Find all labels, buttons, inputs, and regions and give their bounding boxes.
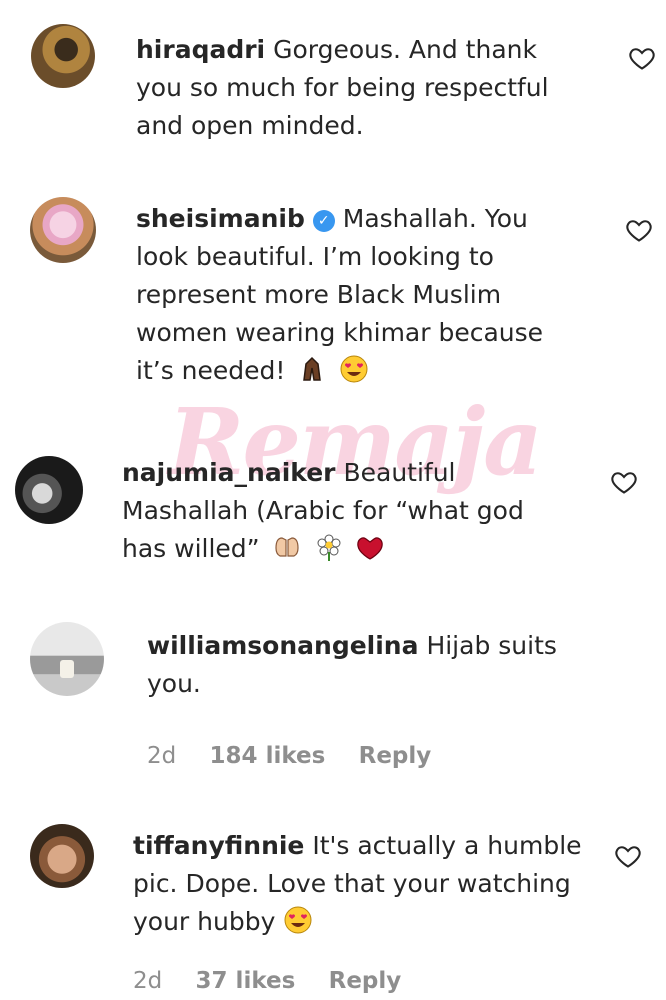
like-heart-icon[interactable] bbox=[614, 842, 642, 870]
comment-line: Mashallah (Arabic for “what god bbox=[122, 496, 524, 525]
heart-icon bbox=[357, 537, 384, 560]
username[interactable]: tiffanyfinnie bbox=[133, 831, 304, 860]
comment-line: Mashallah. You bbox=[342, 204, 528, 233]
comment-line: women wearing khimar because bbox=[136, 318, 544, 347]
comment-line: pic. Dope. Love that your watching bbox=[133, 869, 571, 898]
likes-count[interactable]: 37 likes bbox=[196, 968, 296, 994]
comment-text: williamsonangelina Hijab suits you. bbox=[147, 627, 627, 703]
avatar[interactable] bbox=[15, 456, 83, 524]
comment-text: tiffanyfinnie It's actually a humble pic… bbox=[133, 827, 603, 941]
comment-meta: 2d 37 likes Reply bbox=[133, 968, 427, 994]
comment-line: your hubby bbox=[133, 907, 276, 936]
avatar[interactable] bbox=[30, 197, 96, 263]
username[interactable]: najumia_naiker bbox=[122, 458, 336, 487]
open-hands-icon bbox=[274, 537, 299, 557]
comment-line: you. bbox=[147, 669, 201, 698]
username[interactable]: hiraqadri bbox=[136, 35, 265, 64]
comment-text: hiraqadri Gorgeous. And thank you so muc… bbox=[136, 31, 606, 145]
verified-badge-icon: ✓ bbox=[312, 210, 335, 232]
flower-icon bbox=[317, 534, 341, 561]
comment-meta: 2d 184 likes Reply bbox=[147, 743, 457, 769]
praying-hands-icon bbox=[303, 356, 322, 381]
comment-line: it’s needed! bbox=[136, 356, 286, 385]
like-heart-icon[interactable] bbox=[628, 44, 656, 72]
comment-line: Hijab suits bbox=[426, 631, 557, 660]
comment-line: and open minded. bbox=[136, 111, 364, 140]
username[interactable]: williamsonangelina bbox=[147, 631, 418, 660]
comment-line: It's actually a humble bbox=[312, 831, 582, 860]
comment-line: Gorgeous. And thank bbox=[273, 35, 537, 64]
like-heart-icon[interactable] bbox=[610, 468, 638, 496]
reply-button[interactable]: Reply bbox=[359, 743, 432, 769]
heart-eyes-icon bbox=[340, 355, 368, 383]
comment-line: you so much for being respectful bbox=[136, 73, 549, 102]
comment-line: has willed” bbox=[122, 534, 260, 563]
comment-line: Beautiful bbox=[343, 458, 456, 487]
avatar[interactable] bbox=[30, 824, 94, 888]
username[interactable]: sheisimanib bbox=[136, 204, 305, 233]
likes-count[interactable]: 184 likes bbox=[210, 743, 326, 769]
comment-time: 2d bbox=[133, 968, 163, 994]
like-heart-icon[interactable] bbox=[625, 216, 653, 244]
avatar[interactable] bbox=[31, 24, 95, 88]
comment-time: 2d bbox=[147, 743, 177, 769]
avatar[interactable] bbox=[30, 622, 104, 696]
reply-button[interactable]: Reply bbox=[329, 968, 402, 994]
comment-text: sheisimanib ✓ Mashallah. You look beauti… bbox=[136, 200, 596, 390]
comment-text: najumia_naiker Beautiful Mashallah (Arab… bbox=[122, 454, 592, 568]
comment-line: represent more Black Muslim bbox=[136, 280, 502, 309]
heart-eyes-icon bbox=[284, 906, 312, 934]
comment-line: look beautiful. I’m looking to bbox=[136, 242, 494, 271]
